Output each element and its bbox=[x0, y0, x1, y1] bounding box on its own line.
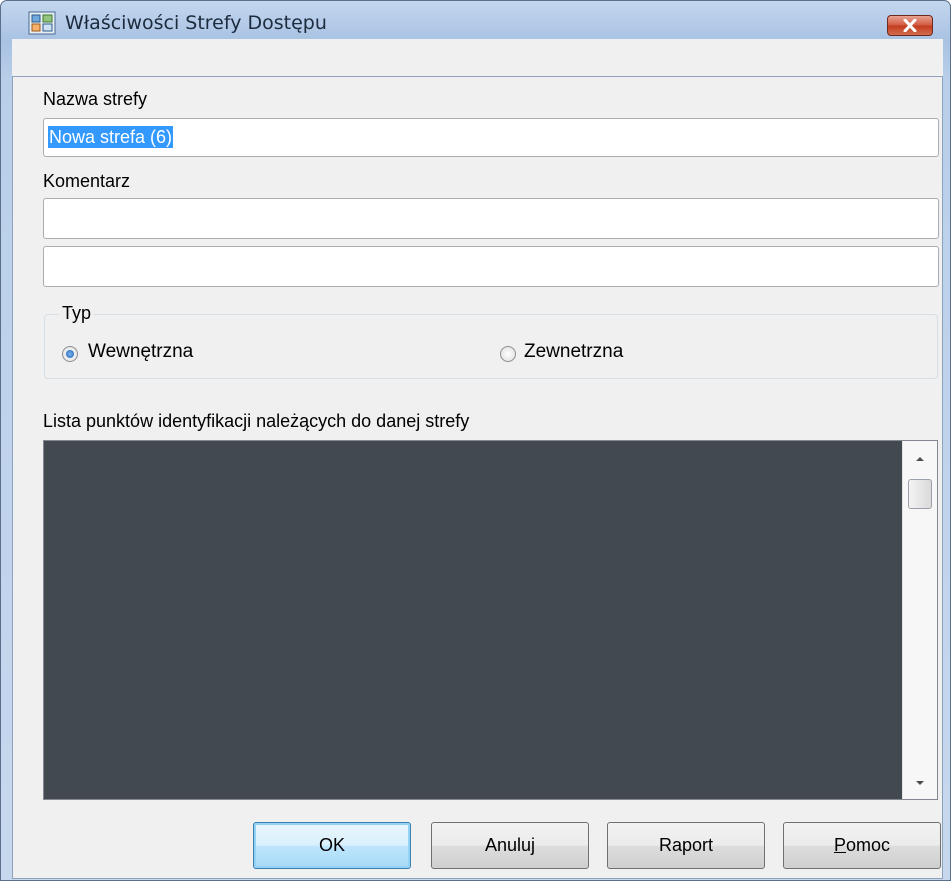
help-button[interactable]: Pomoc bbox=[783, 822, 941, 869]
dialog-window: Właściwości Strefy Dostępu Nazwa strefy … bbox=[0, 0, 951, 881]
radio-external[interactable] bbox=[500, 346, 516, 362]
ok-button[interactable]: OK bbox=[253, 822, 411, 869]
type-group-label: Typ bbox=[59, 303, 95, 324]
client-area-top bbox=[12, 39, 943, 79]
help-mnemonic: P bbox=[833, 835, 846, 855]
help-label-rest: omoc bbox=[846, 835, 891, 855]
close-icon bbox=[903, 19, 917, 32]
comment-input-line2[interactable] bbox=[43, 246, 939, 287]
vertical-scrollbar[interactable] bbox=[902, 441, 937, 799]
zone-name-input[interactable]: Nowa strefa (6) bbox=[43, 118, 939, 157]
radio-internal-label[interactable]: Wewnętrzna bbox=[88, 341, 193, 363]
scrollbar-thumb[interactable] bbox=[908, 479, 932, 509]
points-listbox[interactable] bbox=[43, 440, 938, 800]
zone-name-label: Nazwa strefy bbox=[43, 89, 148, 109]
radio-internal[interactable] bbox=[62, 346, 78, 362]
comment-label: Komentarz bbox=[43, 171, 131, 191]
close-button[interactable] bbox=[887, 15, 933, 36]
report-button[interactable]: Raport bbox=[607, 822, 765, 869]
cancel-button[interactable]: Anuluj bbox=[431, 822, 589, 869]
scroll-down-arrow-icon[interactable] bbox=[914, 779, 926, 787]
radio-external-label[interactable]: Zewnetrzna bbox=[524, 341, 623, 363]
title-bar[interactable]: Właściwości Strefy Dostępu bbox=[1, 1, 951, 37]
zone-name-value: Nowa strefa (6) bbox=[48, 126, 174, 148]
radio-selected-dot bbox=[66, 350, 74, 358]
points-list-label: Lista punktów identyfikacji należących d… bbox=[43, 411, 470, 431]
scroll-up-arrow-icon[interactable] bbox=[914, 455, 926, 463]
zone-properties-icon bbox=[28, 11, 56, 35]
window-title: Właściwości Strefy Dostępu bbox=[65, 12, 327, 34]
comment-input-line1[interactable] bbox=[43, 198, 939, 239]
